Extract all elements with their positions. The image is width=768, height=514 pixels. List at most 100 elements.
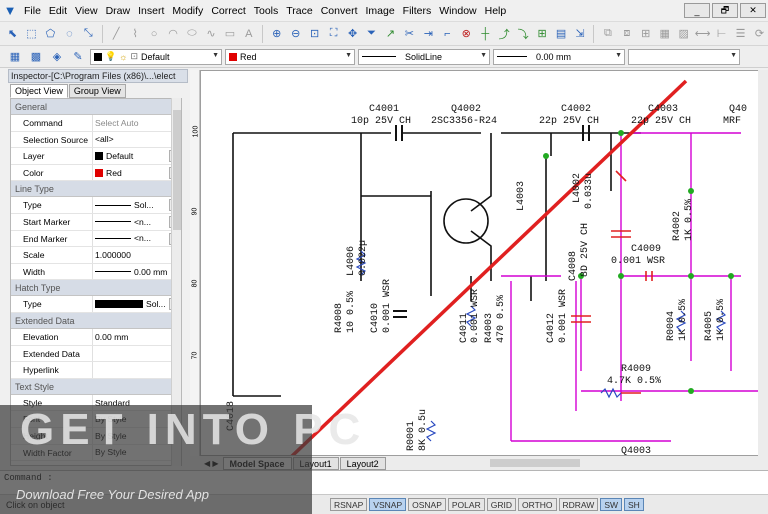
property-row[interactable]: End Marker<n...… xyxy=(11,230,181,248)
property-row[interactable]: Selection Source <all> xyxy=(11,131,181,149)
close-button[interactable]: ✕ xyxy=(740,3,766,18)
property-row[interactable]: TypeSol...… xyxy=(11,197,181,214)
snap-line-icon[interactable]: ┼ xyxy=(477,25,494,43)
property-value[interactable]: <n...… xyxy=(93,231,181,247)
linetype-dropdown[interactable]: SolidLine ▼ xyxy=(358,48,490,65)
property-row[interactable]: Width 0.00 mm xyxy=(11,263,181,281)
fillet-icon[interactable]: ⌐ xyxy=(439,25,456,43)
trace-icon[interactable]: ↗ xyxy=(382,25,399,43)
tab-layout1[interactable]: Layout1 xyxy=(292,456,339,470)
hatch-tool-icon[interactable]: ▨ xyxy=(675,25,692,43)
status-toggle-ortho[interactable]: ORTHO xyxy=(517,498,557,511)
layer-tool-icon[interactable]: ⧉ xyxy=(599,25,616,43)
scrollbar-thumb[interactable] xyxy=(173,110,181,230)
select-fence-icon[interactable]: ⤡ xyxy=(80,25,97,43)
status-toggle-osnap[interactable]: OSNAP xyxy=(408,498,446,511)
menu-file[interactable]: File xyxy=(20,0,45,22)
property-row[interactable]: Extended Data xyxy=(11,345,181,363)
property-value[interactable]: 1.000000 xyxy=(93,247,181,263)
curve-tool-icon[interactable]: ∿ xyxy=(202,25,219,43)
delete-icon[interactable]: ⊗ xyxy=(458,25,475,43)
horizontal-scrollbar-thumb[interactable] xyxy=(490,459,580,467)
layers-icon[interactable]: ▦ xyxy=(6,48,24,66)
tab-object-view[interactable]: Object View xyxy=(10,84,68,98)
insert-tool-icon[interactable]: ⊞ xyxy=(637,25,654,43)
layer-match-icon[interactable]: ✎ xyxy=(69,48,87,66)
menu-convert[interactable]: Convert xyxy=(317,0,362,22)
tab-group-view[interactable]: Group View xyxy=(68,84,126,98)
property-value[interactable]: 0.00 mm xyxy=(93,264,181,280)
drawing-canvas[interactable]: C4001 10p 25V CH Q4002 2SC3356-R24 C4002 22p … xyxy=(200,70,760,456)
status-toggle-vsnap[interactable]: VSNAP xyxy=(369,498,407,511)
status-toggle-grid[interactable]: GRID xyxy=(486,498,516,511)
menu-filters[interactable]: Filters xyxy=(399,0,436,22)
property-value[interactable]: Sol...… xyxy=(93,197,181,213)
section-general[interactable]: General xyxy=(11,99,181,115)
property-row[interactable]: ColorRed… xyxy=(11,164,181,182)
minimize-button[interactable]: _ xyxy=(684,3,710,18)
zoom-window-icon[interactable]: ⊡ xyxy=(306,25,323,43)
tab-model-space[interactable]: Model Space xyxy=(222,456,292,470)
property-row[interactable]: LayerDefault… xyxy=(11,148,181,165)
select-icon[interactable]: ⬉ xyxy=(4,25,21,43)
block-tool-icon[interactable]: ⧈ xyxy=(618,25,635,43)
menu-image[interactable]: Image xyxy=(361,0,398,22)
menu-correct[interactable]: Correct xyxy=(207,0,249,22)
status-toggle-sw[interactable]: SW xyxy=(600,498,623,511)
canvas-vertical-scrollbar[interactable] xyxy=(758,70,768,456)
property-row[interactable]: TypeSol...… xyxy=(11,296,181,313)
property-row[interactable]: Scale 1.000000 xyxy=(11,247,181,264)
menu-edit[interactable]: Edit xyxy=(45,0,71,22)
arc-tool-icon[interactable]: ◠ xyxy=(165,25,182,43)
polyline-tool-icon[interactable]: ⌇ xyxy=(127,25,144,43)
property-row[interactable]: Elevation 0.00 mm xyxy=(11,328,181,346)
menu-trace[interactable]: Trace xyxy=(282,0,316,22)
restore-button[interactable]: 🗗 xyxy=(712,3,738,18)
text-tool-icon[interactable]: A xyxy=(240,25,257,43)
property-value[interactable] xyxy=(93,362,181,378)
layer-state-icon[interactable]: ▩ xyxy=(27,48,45,66)
pan-icon[interactable]: ✥ xyxy=(344,25,361,43)
menu-view[interactable]: View xyxy=(71,0,102,22)
property-value[interactable]: Default… xyxy=(93,148,181,164)
line-tool-icon[interactable]: ╱ xyxy=(108,25,125,43)
section-hatch-type[interactable]: Hatch Type xyxy=(11,280,181,297)
plotstyle-dropdown[interactable]: ▼ xyxy=(628,48,740,65)
layer-dropdown[interactable]: 💡 ☼ ⊡ Default ▼ xyxy=(90,48,222,65)
property-value[interactable]: Sol...… xyxy=(93,296,181,312)
section-line-type[interactable]: Line Type xyxy=(11,181,181,198)
property-value[interactable]: 0.00 mm xyxy=(93,329,181,345)
property-value[interactable]: <all> xyxy=(93,132,181,148)
snap-mid-icon[interactable]: ⤵ xyxy=(515,25,532,43)
zoom-in-icon[interactable]: ⊕ xyxy=(268,25,285,43)
zoom-out-icon[interactable]: ⊖ xyxy=(287,25,304,43)
property-value[interactable]: Select Auto xyxy=(93,115,181,131)
select-window-icon[interactable]: ⬚ xyxy=(23,25,40,43)
menu-draw[interactable]: Draw xyxy=(102,0,135,22)
property-row[interactable]: Start Marker<n...… xyxy=(11,213,181,231)
refresh-tool-icon[interactable]: ⟳ xyxy=(751,25,768,43)
lineweight-dropdown[interactable]: 0.00 mm ▼ xyxy=(493,48,625,65)
select-lasso-icon[interactable]: ◌ xyxy=(61,25,78,43)
trim-icon[interactable]: ✂ xyxy=(401,25,418,43)
raster-tool-icon[interactable]: ▦ xyxy=(656,25,673,43)
menu-tools[interactable]: Tools xyxy=(250,0,283,22)
status-toggle-rdraw[interactable]: RDRAW xyxy=(558,498,599,511)
section-extended-data[interactable]: Extended Data xyxy=(11,312,181,329)
dimension-tool-icon[interactable]: ⊢ xyxy=(713,25,730,43)
document-icon[interactable]: ▤ xyxy=(553,25,570,43)
extend-icon[interactable]: ⇥ xyxy=(420,25,437,43)
circle-tool-icon[interactable]: ○ xyxy=(146,25,163,43)
select-polygon-icon[interactable]: ⬠ xyxy=(42,25,59,43)
section-text-style[interactable]: Text Style xyxy=(11,378,181,395)
color-dropdown[interactable]: Red ▼ xyxy=(225,48,355,65)
filter-icon[interactable]: ⏷ xyxy=(363,25,380,43)
properties-tool-icon[interactable]: ☰ xyxy=(732,25,749,43)
menu-modify[interactable]: Modify xyxy=(168,0,207,22)
status-toggle-rsnap[interactable]: RSNAP xyxy=(330,498,368,511)
status-toggle-polar[interactable]: POLAR xyxy=(447,498,485,511)
property-row[interactable]: Hyperlink xyxy=(11,362,181,379)
menu-insert[interactable]: Insert xyxy=(134,0,168,22)
ellipse-tool-icon[interactable]: ⬭ xyxy=(184,25,201,43)
tab-nav-arrows[interactable]: ◀ ▶ xyxy=(200,459,223,468)
